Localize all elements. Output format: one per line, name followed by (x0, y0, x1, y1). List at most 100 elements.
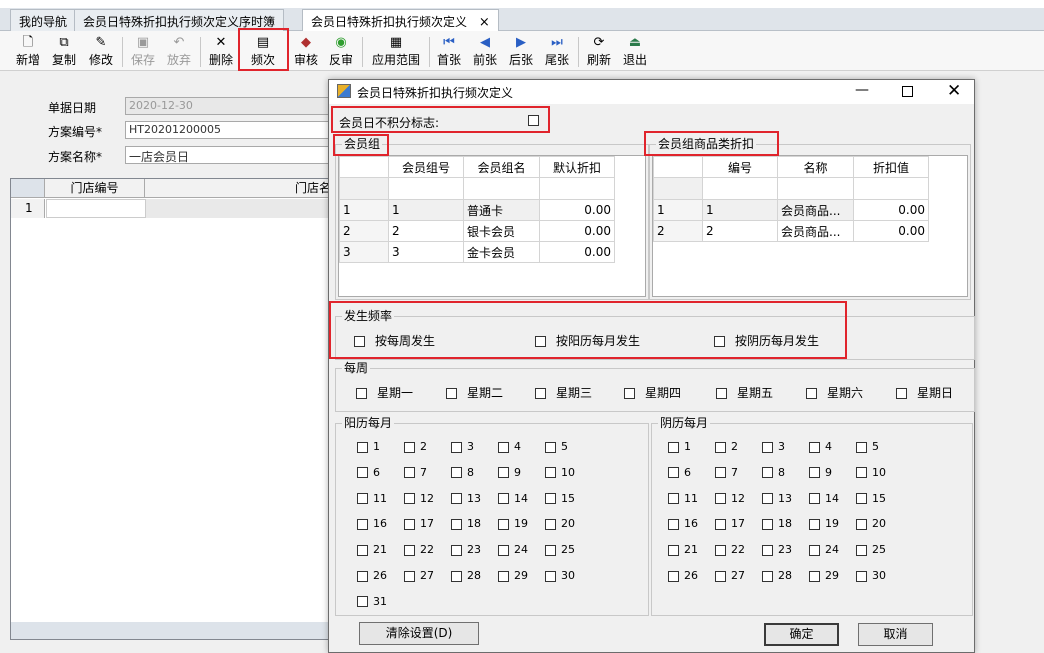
maximize-icon[interactable] (902, 86, 913, 97)
solar-day-option[interactable]: 8 (451, 466, 474, 479)
mg-discount-cell[interactable]: 0.00 (539, 220, 615, 242)
solar-day-option[interactable]: 25 (545, 543, 575, 556)
table-row[interactable]: 2 2 会员商品... 0.00 (653, 220, 929, 242)
lunar-day-option-checkbox[interactable] (856, 493, 867, 505)
lunar-day-option-checkbox[interactable] (715, 544, 726, 556)
solar-day-option[interactable]: 1 (357, 440, 380, 453)
solar-day-option-checkbox[interactable] (545, 518, 556, 530)
solar-day-option[interactable]: 23 (451, 543, 481, 556)
lunar-day-option[interactable]: 10 (856, 466, 886, 479)
lunar-day-option[interactable]: 30 (856, 569, 886, 582)
lunar-day-option[interactable]: 28 (762, 569, 792, 582)
solar-day-option[interactable]: 28 (451, 569, 481, 582)
lunar-day-option-checkbox[interactable] (668, 493, 679, 505)
ok-button[interactable]: 确定 (764, 623, 839, 646)
lunar-day-option[interactable]: 6 (668, 466, 691, 479)
mg-discount-cell[interactable]: 0.00 (539, 241, 615, 263)
solar-day-option[interactable]: 15 (545, 492, 575, 505)
lunar-day-option-checkbox[interactable] (809, 570, 820, 582)
tab-definition[interactable]: 会员日特殊折扣执行频次定义 × (302, 9, 499, 32)
lunar-day-option[interactable]: 8 (762, 466, 785, 479)
weekday-option[interactable]: 星期三 (535, 384, 592, 401)
solar-day-option[interactable]: 14 (498, 492, 528, 505)
tab-my-navigation[interactable]: 我的导航 (10, 9, 77, 31)
lunar-day-option[interactable]: 29 (809, 569, 839, 582)
lunar-day-option-checkbox[interactable] (668, 518, 679, 530)
solar-day-option-checkbox[interactable] (404, 544, 415, 556)
solar-day-option[interactable]: 6 (357, 466, 380, 479)
weekday-option[interactable]: 星期四 (624, 384, 681, 401)
mg-filter-id[interactable] (388, 177, 464, 200)
solar-day-option-checkbox[interactable] (498, 544, 509, 556)
lunar-day-option-checkbox[interactable] (762, 467, 773, 479)
solar-day-option-checkbox[interactable] (357, 467, 368, 479)
close-icon[interactable]: × (479, 15, 490, 30)
approve-button[interactable]: ◆ 审核 (290, 35, 322, 68)
lunar-day-option-checkbox[interactable] (809, 544, 820, 556)
date-field[interactable]: 2020-12-30 (125, 97, 335, 115)
solar-day-option[interactable]: 4 (498, 440, 521, 453)
copy-button[interactable]: ⧉ 复制 (48, 35, 80, 68)
code-field[interactable]: HT20201200005 (125, 121, 335, 139)
next-button[interactable]: ▶ 后张 (505, 35, 537, 68)
lunar-day-option-checkbox[interactable] (715, 493, 726, 505)
solar-day-option-checkbox[interactable] (498, 493, 509, 505)
solar-day-option[interactable]: 11 (357, 492, 387, 505)
solar-day-option[interactable]: 18 (451, 517, 481, 530)
lunar-day-option-checkbox[interactable] (856, 570, 867, 582)
solar-day-option-checkbox[interactable] (451, 441, 462, 453)
lunar-day-option[interactable]: 13 (762, 492, 792, 505)
lunar-day-option[interactable]: 3 (762, 440, 785, 453)
solar-day-option-checkbox[interactable] (545, 570, 556, 582)
lunar-day-option-checkbox[interactable] (762, 441, 773, 453)
edit-button[interactable]: ✎ 修改 (85, 35, 117, 68)
lunar-day-option-checkbox[interactable] (809, 467, 820, 479)
solar-day-option[interactable]: 10 (545, 466, 575, 479)
solar-day-option-checkbox[interactable] (404, 493, 415, 505)
solar-day-option[interactable]: 20 (545, 517, 575, 530)
solar-day-option[interactable]: 21 (357, 543, 387, 556)
solar-day-option[interactable]: 31 (357, 595, 387, 608)
weekday-option[interactable]: 星期日 (896, 384, 953, 401)
lunar-day-option-checkbox[interactable] (809, 493, 820, 505)
solar-day-option-checkbox[interactable] (545, 493, 556, 505)
lunar-day-option[interactable]: 1 (668, 440, 691, 453)
mg-filter-discount[interactable] (539, 177, 615, 200)
weekday-option-checkbox[interactable] (624, 388, 635, 399)
exit-button[interactable]: ⏏ 退出 (619, 35, 651, 68)
solar-day-option[interactable]: 30 (545, 569, 575, 582)
lunar-day-option[interactable]: 15 (856, 492, 886, 505)
solar-day-option-checkbox[interactable] (357, 493, 368, 505)
lunar-day-option[interactable]: 9 (809, 466, 832, 479)
save-button[interactable]: ▣ 保存 (127, 35, 159, 68)
solar-day-option-checkbox[interactable] (404, 518, 415, 530)
delete-button[interactable]: ✕ 删除 (205, 35, 237, 68)
solar-day-option-checkbox[interactable] (357, 518, 368, 530)
clear-settings-button[interactable]: 清除设置(D) (359, 622, 479, 645)
weekday-option-checkbox[interactable] (716, 388, 727, 399)
table-row[interactable]: 3 3 金卡会员 0.00 (339, 241, 615, 263)
new-button[interactable]: 🗋 新增 (12, 35, 44, 68)
solar-day-option-checkbox[interactable] (545, 467, 556, 479)
lunar-day-option-checkbox[interactable] (856, 467, 867, 479)
solar-day-option[interactable]: 9 (498, 466, 521, 479)
lunar-day-option-checkbox[interactable] (715, 570, 726, 582)
cd-filter-value[interactable] (853, 177, 929, 200)
lunar-day-option-checkbox[interactable] (809, 518, 820, 530)
lunar-day-option-checkbox[interactable] (856, 544, 867, 556)
lunar-day-option-checkbox[interactable] (668, 570, 679, 582)
lunar-day-option-checkbox[interactable] (762, 493, 773, 505)
lunar-day-option[interactable]: 7 (715, 466, 738, 479)
weekday-option-checkbox[interactable] (896, 388, 907, 399)
lunar-day-option-checkbox[interactable] (668, 467, 679, 479)
cancel-button[interactable]: 取消 (858, 623, 933, 646)
lunar-day-option-checkbox[interactable] (762, 570, 773, 582)
solar-day-option[interactable]: 17 (404, 517, 434, 530)
last-button[interactable]: ⏭ 尾张 (541, 35, 573, 68)
solar-day-option[interactable]: 19 (498, 517, 528, 530)
lunar-day-option[interactable]: 18 (762, 517, 792, 530)
lunar-day-option-checkbox[interactable] (715, 441, 726, 453)
solar-day-option-checkbox[interactable] (357, 544, 368, 556)
cd-value-cell[interactable]: 0.00 (853, 220, 929, 242)
weekday-option-checkbox[interactable] (806, 388, 817, 399)
